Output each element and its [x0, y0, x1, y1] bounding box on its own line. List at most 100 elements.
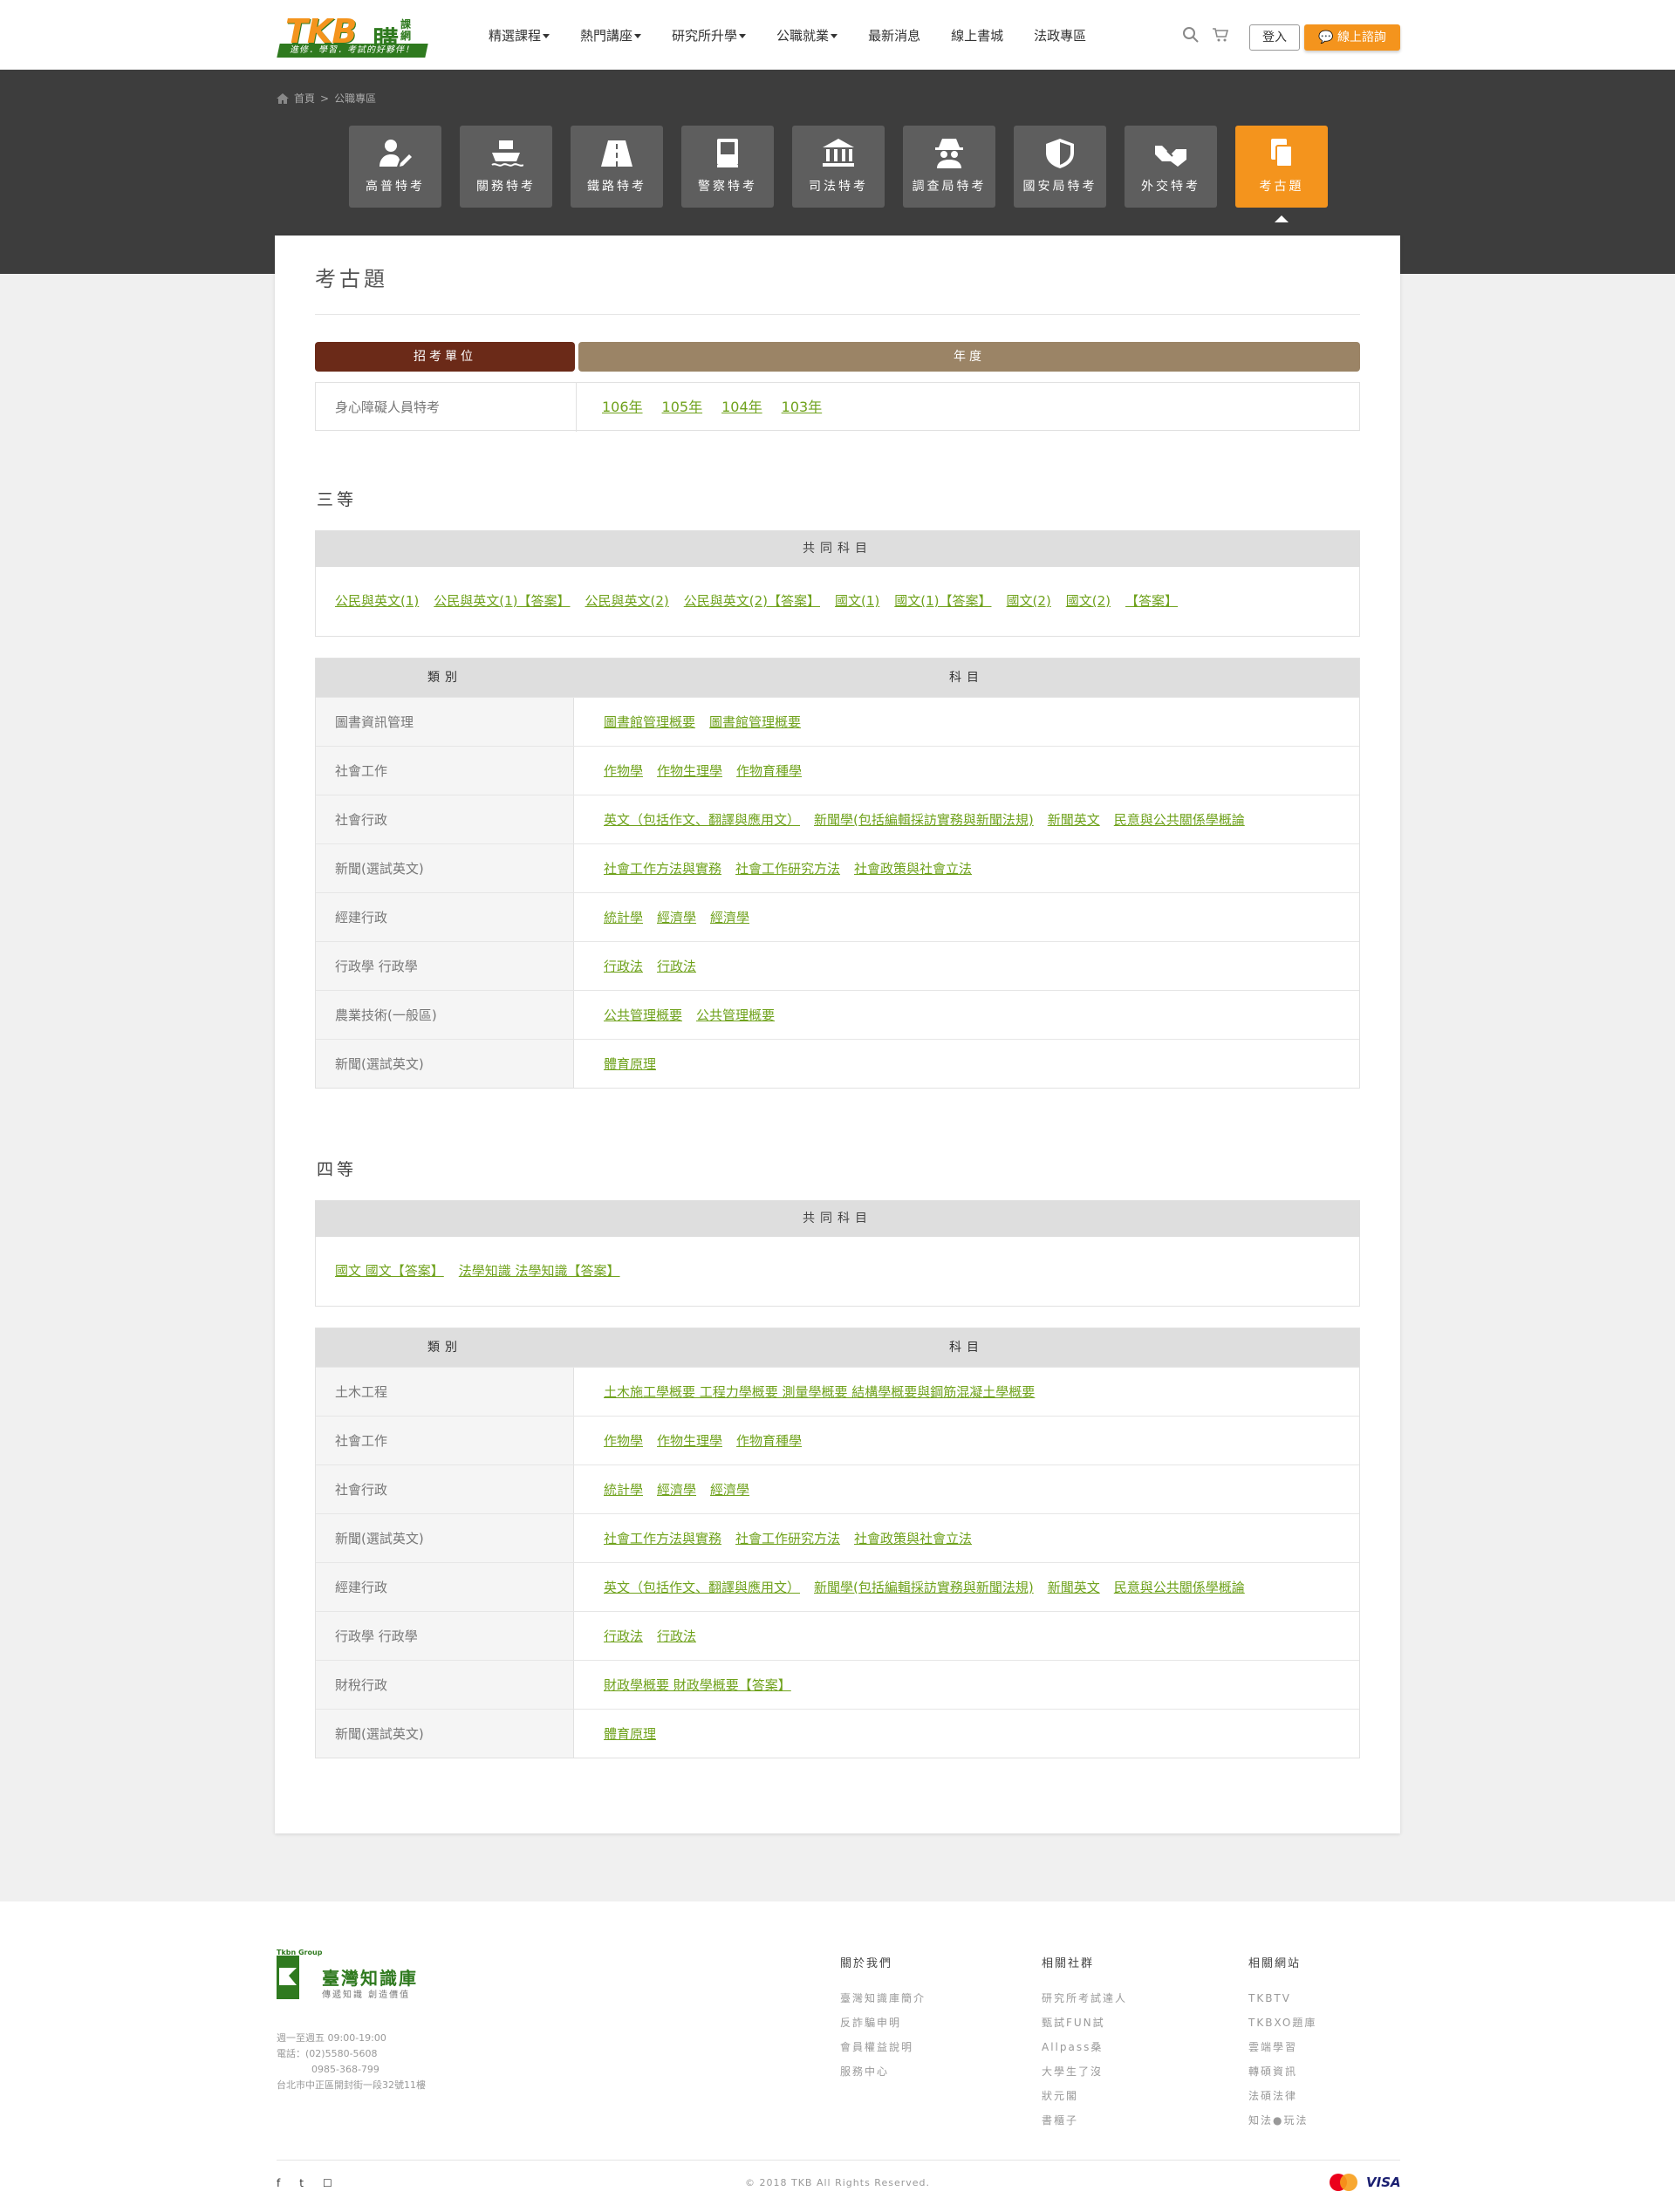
subject-link[interactable]: 統計學: [604, 1482, 643, 1498]
subject-link[interactable]: 經濟學: [657, 1482, 696, 1498]
category-tab[interactable]: 關務特考: [460, 126, 552, 208]
level-3-title: 三等: [317, 490, 358, 509]
common-subject-link[interactable]: 公民與英文(2): [585, 593, 669, 609]
footer-link[interactable]: 雲端學習: [1248, 2035, 1316, 2059]
nav-item[interactable]: 熱門講座: [580, 26, 642, 44]
subject-link[interactable]: 新聞英文: [1048, 812, 1100, 828]
cart-icon[interactable]: [1212, 26, 1229, 44]
category-tab[interactable]: 國安局特考: [1014, 126, 1106, 208]
footer-link[interactable]: 知法●玩法: [1248, 2108, 1316, 2133]
subject-link[interactable]: 公共管理概要: [604, 1007, 682, 1023]
breadcrumb-home[interactable]: 首頁: [294, 91, 315, 106]
footer-link[interactable]: 甄試FUN試: [1042, 2011, 1127, 2035]
footer-link[interactable]: 書櫃子: [1042, 2108, 1127, 2133]
common-subject-link[interactable]: 國文(1)【答案】: [894, 593, 991, 609]
category-tab[interactable]: 外交特考: [1125, 126, 1217, 208]
main-nav: 精選課程 熱門講座 研究所升學 公職就業 最新消息 線上書城 法政專區: [489, 0, 1117, 70]
nav-item[interactable]: 最新消息: [868, 26, 920, 44]
category-tab[interactable]: 調查局特考: [903, 126, 995, 208]
category-tab[interactable]: 警察特考: [681, 126, 774, 208]
subject-link[interactable]: 作物育種學: [736, 1433, 802, 1449]
online-consult-button[interactable]: 💬 線上諮詢: [1304, 24, 1400, 51]
footer-link[interactable]: 臺灣知識庫簡介: [840, 1986, 926, 2011]
subject-link[interactable]: 行政法: [657, 1628, 696, 1644]
common-subject-link[interactable]: 公民與英文(1)【答案】: [434, 593, 570, 609]
footer-link[interactable]: 會員權益說明: [840, 2035, 926, 2059]
category-cell: 圖書資訊管理: [316, 698, 574, 746]
breadcrumb: 首頁 > 公職專區: [277, 91, 376, 106]
subject-link[interactable]: 土木施工學概要 工程力學概要 測量學概要 結構學概要與鋼筋混凝土學概要: [604, 1384, 1035, 1400]
subject-link[interactable]: 體育原理: [604, 1056, 656, 1072]
subject-link[interactable]: 社會工作方法與實務: [604, 861, 721, 877]
footer-link[interactable]: 大學生了沒: [1042, 2059, 1127, 2084]
footer-link[interactable]: 研究所考試達人: [1042, 1986, 1127, 2011]
subject-link[interactable]: 社會工作研究方法: [735, 861, 840, 877]
subject-link[interactable]: 民意與公共關係學概論: [1114, 812, 1245, 828]
subject-link[interactable]: 經濟學: [710, 1482, 749, 1498]
category-tab[interactable]: 考古題: [1235, 126, 1328, 222]
year-link[interactable]: 103年: [782, 399, 823, 415]
common-subject-link[interactable]: 法學知識 法學知識【答案】: [459, 1263, 620, 1279]
subject-link[interactable]: 作物育種學: [736, 763, 802, 779]
subject-link[interactable]: 民意與公共關係學概論: [1114, 1580, 1245, 1595]
nav-item[interactable]: 法政專區: [1034, 26, 1086, 44]
subject-link[interactable]: 新聞學(包括編輯採訪實務與新聞法規): [814, 812, 1034, 828]
subject-link[interactable]: 社會政策與社會立法: [854, 1531, 972, 1546]
year-link[interactable]: 104年: [721, 399, 762, 415]
table-row: 經建行政 統計學 經濟學 經濟學: [316, 892, 1359, 941]
footer-link[interactable]: TKBXO題庫: [1248, 2011, 1316, 2035]
footer-link[interactable]: 服務中心: [840, 2059, 926, 2084]
subject-link[interactable]: 財政學概要 財政學概要【答案】: [604, 1677, 791, 1693]
subject-link[interactable]: 行政法: [604, 1628, 643, 1644]
category-tab[interactable]: 高普特考: [349, 126, 441, 208]
table-row: 農業技術(一般區) 公共管理概要 公共管理概要: [316, 990, 1359, 1039]
nav-item[interactable]: 精選課程: [489, 26, 550, 44]
subject-link[interactable]: 體育原理: [604, 1726, 656, 1742]
subject-link[interactable]: 圖書館管理概要: [604, 714, 695, 730]
subject-link[interactable]: 新聞學(包括編輯採訪實務與新聞法規): [814, 1580, 1034, 1595]
login-button[interactable]: 登入: [1249, 24, 1300, 51]
subject-link[interactable]: 作物學: [604, 1433, 643, 1449]
subject-link[interactable]: 社會政策與社會立法: [854, 861, 972, 877]
subject-link[interactable]: 社會工作方法與實務: [604, 1531, 721, 1546]
common-subject-link[interactable]: 國文 國文【答案】: [335, 1263, 444, 1279]
subject-link[interactable]: 作物學: [604, 763, 643, 779]
year-link[interactable]: 106年: [602, 399, 643, 415]
footer-link[interactable]: 狀元閣: [1042, 2084, 1127, 2108]
category-tab[interactable]: 鐵路特考: [571, 126, 663, 208]
common-subject-link[interactable]: 國文(1): [835, 593, 879, 609]
subject-link[interactable]: 經濟學: [710, 910, 749, 925]
tkb-logo[interactable]: TKB 購課網 進修．學習．考試的好夥伴！: [277, 12, 430, 59]
category-tab[interactable]: 司法特考: [792, 126, 885, 208]
footer-link[interactable]: 法碩法律: [1248, 2084, 1316, 2108]
common-subject-link[interactable]: 【答案】: [1125, 593, 1178, 609]
subject-link[interactable]: 英文（包括作文、翻譯與應用文）: [604, 812, 800, 828]
subject-link[interactable]: 作物生理學: [657, 1433, 722, 1449]
subject-link[interactable]: 英文（包括作文、翻譯與應用文）: [604, 1580, 800, 1595]
footer-link[interactable]: 轉碩資訊: [1248, 2059, 1316, 2084]
common-subject-link[interactable]: 公民與英文(2)【答案】: [684, 593, 820, 609]
nav-item[interactable]: 公職就業: [776, 26, 838, 44]
subject-link[interactable]: 行政法: [657, 959, 696, 974]
nav-item[interactable]: 線上書城: [951, 26, 1003, 44]
subject-link[interactable]: 統計學: [604, 910, 643, 925]
year-link[interactable]: 105年: [662, 399, 703, 415]
home-icon[interactable]: [277, 92, 289, 104]
subject-link[interactable]: 圖書館管理概要: [709, 714, 801, 730]
subject-link[interactable]: 作物生理學: [657, 763, 722, 779]
subject-link[interactable]: 新聞英文: [1048, 1580, 1100, 1595]
common-subject-link[interactable]: 國文(2): [1066, 593, 1111, 609]
footer-link[interactable]: 反詐騙申明: [840, 2011, 926, 2035]
nav-item[interactable]: 研究所升學: [672, 26, 747, 44]
search-icon[interactable]: [1182, 26, 1200, 44]
footer-link[interactable]: Allpass桑: [1042, 2035, 1127, 2059]
footer-logo[interactable]: Tkbn Group 臺灣知識庫 傳遞知識 創造價值: [277, 1949, 451, 2008]
subject-link[interactable]: 經濟學: [657, 910, 696, 925]
common-subject-link[interactable]: 國文(2): [1007, 593, 1051, 609]
subject-link[interactable]: 行政法: [604, 959, 643, 974]
subject-link[interactable]: 公共管理概要: [696, 1007, 775, 1023]
mastercard-icon: [1330, 2174, 1357, 2191]
footer-link[interactable]: TKBTV: [1248, 1986, 1316, 2011]
common-subject-link[interactable]: 公民與英文(1): [335, 593, 419, 609]
subject-link[interactable]: 社會工作研究方法: [735, 1531, 840, 1546]
